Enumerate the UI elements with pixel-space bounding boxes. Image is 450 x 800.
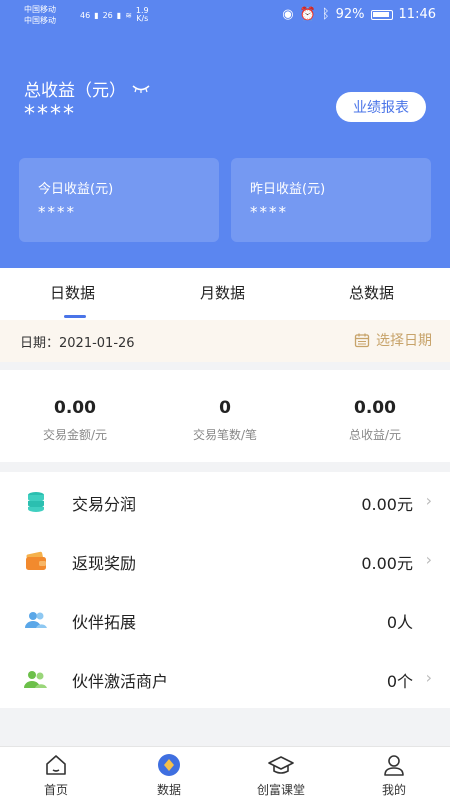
nav-label: 我的 bbox=[381, 783, 406, 797]
list-item-label: 伙伴拓展 bbox=[72, 613, 137, 632]
list-item-value: 0个 bbox=[386, 672, 413, 691]
net-speed-unit: K/s bbox=[136, 14, 149, 23]
tab-total-data[interactable]: 总数据 bbox=[349, 282, 394, 303]
stat-total-earnings: 0.00 总收益/元 bbox=[300, 398, 450, 443]
data-tabs: 日数据 月数据 总数据 bbox=[0, 268, 450, 320]
calendar-icon bbox=[354, 333, 370, 348]
status-icons: ◉ ⏰ ᛒ 92% 11:46 bbox=[282, 7, 436, 22]
battery-percent: 92% bbox=[335, 7, 365, 22]
tab-monthly-data[interactable]: 月数据 bbox=[200, 282, 245, 303]
total-earnings-label-row: 总收益（元） bbox=[24, 76, 150, 101]
user-icon bbox=[380, 753, 408, 777]
today-earnings-value: **** bbox=[38, 203, 76, 221]
graduation-cap-icon bbox=[267, 753, 295, 777]
eye-closed-icon[interactable] bbox=[132, 83, 150, 95]
clock: 11:46 bbox=[398, 7, 436, 22]
list-item-cashback-reward[interactable]: 返现奖励 0.00元 › bbox=[0, 531, 450, 590]
eye-icon: ◉ bbox=[282, 7, 294, 22]
nav-wealth-class[interactable]: 创富课堂 bbox=[241, 753, 321, 798]
stat-label: 交易笔数/笔 bbox=[192, 428, 258, 442]
signal-icon-2: ▮ bbox=[116, 10, 122, 20]
select-date-button[interactable]: 选择日期 bbox=[354, 330, 432, 350]
network-type-2: 26 bbox=[102, 10, 113, 20]
partners-icon bbox=[25, 612, 47, 628]
active-tab-indicator bbox=[64, 315, 86, 318]
wifi-icon: ≋ bbox=[125, 10, 132, 20]
list-item-value: 0人 bbox=[386, 613, 413, 632]
stat-value: 0 bbox=[219, 398, 231, 418]
list-item-partner-expansion[interactable]: 伙伴拓展 0人 bbox=[0, 590, 450, 649]
carrier-1: 中国移动 bbox=[24, 5, 56, 14]
nav-label: 数据 bbox=[156, 783, 181, 797]
nav-home[interactable]: 首页 bbox=[16, 753, 96, 798]
list-item-label: 返现奖励 bbox=[72, 554, 137, 573]
list-item-label: 交易分润 bbox=[72, 495, 137, 514]
carrier-2: 中国移动 bbox=[24, 16, 56, 25]
list-item-value: 0.00元 bbox=[361, 554, 413, 573]
bottom-navigation: 首页 数据 创富课堂 我的 bbox=[0, 746, 450, 800]
carrier-info: 中国移动 中国移动 bbox=[24, 4, 56, 26]
today-earnings-card: 今日收益(元) **** bbox=[19, 158, 219, 242]
stat-transaction-count: 0 交易笔数/笔 bbox=[150, 398, 300, 443]
chevron-right-icon: › bbox=[425, 668, 432, 687]
stat-value: 0.00 bbox=[354, 398, 396, 418]
earnings-header: 总收益（元） **** 业绩报表 今日收益(元) **** 昨日收益(元) **… bbox=[0, 30, 450, 268]
network-info: 46 ▮ 26 ▮ ≋ 1.9 K/s bbox=[80, 7, 149, 23]
merchants-icon bbox=[24, 671, 47, 688]
list-item-value: 0.00元 bbox=[361, 495, 413, 514]
today-earnings-label: 今日收益(元) bbox=[38, 182, 114, 197]
earnings-detail-list: 交易分润 0.00元 › 返现奖励 0.00元 › 伙伴拓展 0人 伙伴激活商户 bbox=[0, 472, 450, 708]
nav-data[interactable]: 数据 bbox=[129, 753, 209, 798]
wallet-icon bbox=[26, 551, 46, 570]
network-type: 46 bbox=[80, 10, 91, 20]
chevron-right-icon: › bbox=[425, 550, 432, 569]
select-date-label: 选择日期 bbox=[376, 333, 432, 349]
signal-icon: ▮ bbox=[94, 10, 99, 20]
summary-stats: 0.00 交易金额/元 0 交易笔数/笔 0.00 总收益/元 bbox=[0, 370, 450, 462]
coins-icon bbox=[28, 492, 44, 512]
bluetooth-icon: ᛒ bbox=[321, 7, 330, 22]
yesterday-earnings-value: **** bbox=[250, 203, 288, 221]
nav-label: 首页 bbox=[43, 783, 68, 797]
performance-report-button[interactable]: 业绩报表 bbox=[336, 92, 426, 122]
net-speed: 1.9 K/s bbox=[136, 7, 149, 23]
alarm-icon: ⏰ bbox=[299, 7, 316, 22]
list-item-transaction-profit[interactable]: 交易分润 0.00元 › bbox=[0, 472, 450, 531]
list-item-label: 伙伴激活商户 bbox=[72, 672, 169, 691]
data-icon bbox=[155, 753, 183, 777]
stat-label: 总收益/元 bbox=[348, 428, 402, 442]
status-bar: 中国移动 中国移动 46 ▮ 26 ▮ ≋ 1.9 K/s ◉ ⏰ ᛒ 92% … bbox=[0, 0, 450, 30]
nav-mine[interactable]: 我的 bbox=[354, 753, 434, 798]
list-item-partner-activated-merchants[interactable]: 伙伴激活商户 0个 › bbox=[0, 649, 450, 708]
chevron-right-icon: › bbox=[425, 491, 432, 510]
current-date: 日期：2021-01-26 bbox=[20, 336, 135, 351]
battery-icon bbox=[370, 9, 393, 20]
nav-label: 创富课堂 bbox=[256, 783, 305, 797]
stat-label: 交易金额/元 bbox=[42, 428, 108, 442]
total-earnings-value: **** bbox=[24, 102, 76, 127]
home-icon bbox=[42, 753, 70, 777]
stat-transaction-amount: 0.00 交易金额/元 bbox=[0, 398, 150, 443]
yesterday-earnings-card: 昨日收益(元) **** bbox=[231, 158, 431, 242]
total-earnings-label: 总收益（元） bbox=[24, 81, 126, 101]
date-row: 日期：2021-01-26 选择日期 bbox=[0, 320, 450, 362]
tab-daily-data[interactable]: 日数据 bbox=[50, 282, 95, 303]
stat-value: 0.00 bbox=[54, 398, 96, 418]
yesterday-earnings-label: 昨日收益(元) bbox=[250, 182, 326, 197]
